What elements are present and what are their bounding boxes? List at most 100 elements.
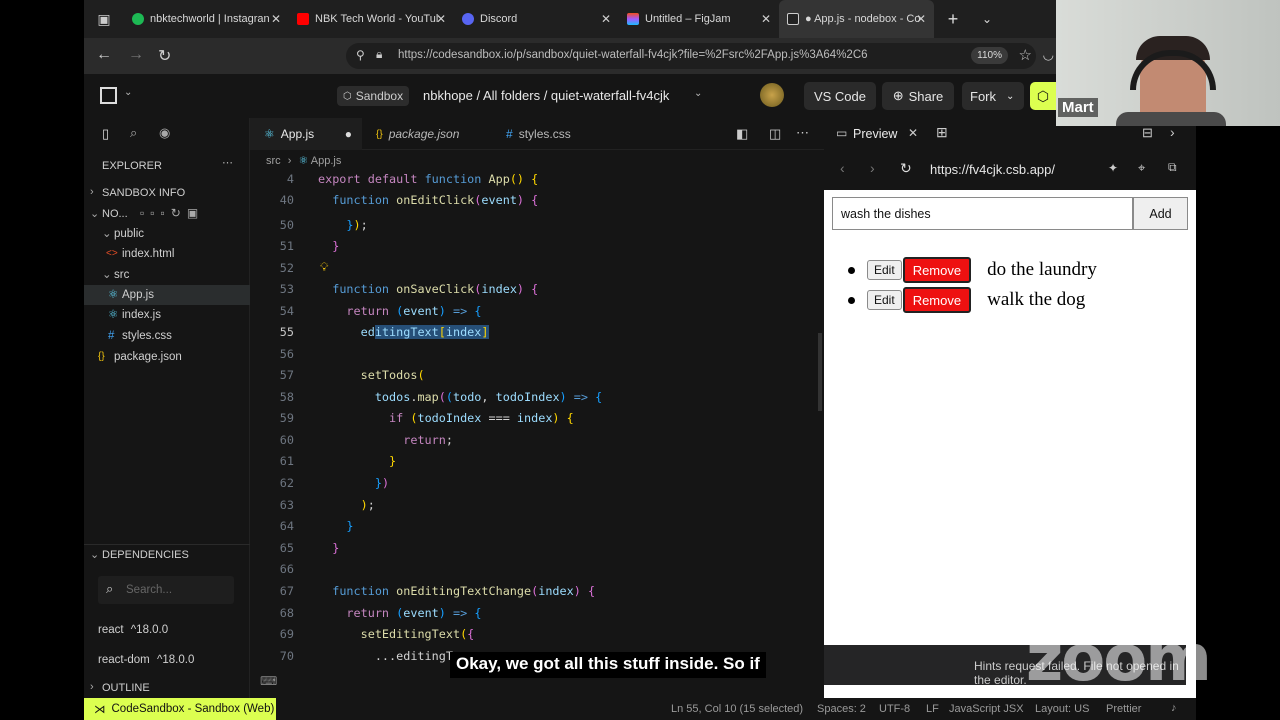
encoding[interactable]: UTF-8: [879, 703, 910, 715]
add-tab-icon[interactable]: ⊞: [936, 124, 948, 141]
codesandbox-status[interactable]: ⋊ CodeSandbox - Sandbox (Web): [84, 698, 276, 720]
sandbox-path[interactable]: nbkhope / All folders / quiet-waterfall-…: [423, 88, 669, 103]
code-line[interactable]: 62 }): [250, 476, 824, 497]
dependencies-section[interactable]: DEPENDENCIES: [102, 549, 189, 561]
file-actions-icon[interactable]: ▫▫▫↻▣: [140, 206, 204, 220]
url-bar[interactable]: ⚲ 🔒︎ https://codesandbox.io/p/sandbox/qu…: [346, 43, 1036, 69]
cursor-position[interactable]: Ln 55, Col 10 (15 selected): [671, 703, 803, 715]
sandbox-info-section[interactable]: SANDBOX INFO: [102, 187, 185, 199]
edit-button[interactable]: Edit: [867, 260, 902, 280]
code-line[interactable]: 52 💡︎: [250, 260, 824, 282]
dependency-item[interactable]: react-dom ^18.0.0: [98, 654, 194, 666]
code-line[interactable]: 61 }: [250, 454, 824, 475]
formatter-status[interactable]: Prettier: [1106, 703, 1141, 715]
close-icon[interactable]: ✕: [436, 12, 446, 26]
code-line[interactable]: 64 }: [250, 519, 824, 540]
chevron-right-icon[interactable]: ›: [90, 681, 94, 693]
reload-icon[interactable]: ↻: [900, 160, 912, 177]
dependency-item[interactable]: react ^18.0.0: [98, 624, 168, 636]
chevron-down-icon[interactable]: ⌄: [90, 207, 99, 220]
browser-tab-codesandbox[interactable]: ● App.js - nodebox - Co ✕: [779, 0, 934, 38]
tree-file-package-json[interactable]: {} package.json: [84, 347, 250, 367]
remove-button[interactable]: Remove: [902, 287, 972, 313]
share-button[interactable]: ⊕ Share: [882, 82, 954, 110]
code-line[interactable]: 50 });: [250, 218, 824, 239]
editor-tab-app-js[interactable]: ⚛ App.js ●: [250, 118, 362, 150]
code-line[interactable]: 69 setEditingText({: [250, 627, 824, 648]
indentation[interactable]: Spaces: 2: [817, 703, 866, 715]
vscode-button[interactable]: VS Code: [804, 82, 876, 110]
layout-icon[interactable]: ⊟: [1142, 125, 1153, 141]
code-line[interactable]: 54 return (event) => {: [250, 304, 824, 325]
file-icon[interactable]: ▯: [102, 126, 109, 142]
close-icon[interactable]: ✕: [271, 12, 281, 26]
browser-tab-discord[interactable]: Discord ✕: [454, 0, 619, 38]
crosshair-icon[interactable]: ⌖: [1138, 160, 1145, 176]
chevron-down-icon[interactable]: ⌄: [972, 12, 1002, 26]
more-icon[interactable]: ⋯: [796, 125, 809, 141]
new-tab-icon[interactable]: +: [934, 9, 972, 30]
code-line[interactable]: 60 return;: [250, 433, 824, 454]
tree-file-index-html[interactable]: <> index.html: [84, 244, 250, 264]
chevron-down-icon[interactable]: ⌄: [694, 88, 702, 99]
editor-tab-package-json[interactable]: {} package.json: [362, 118, 490, 150]
site-info-icon[interactable]: ⚲: [356, 48, 365, 62]
chevron-down-icon[interactable]: ⌄: [1006, 91, 1014, 102]
tree-file-index-js[interactable]: ⚛ index.js: [84, 305, 250, 325]
edit-button[interactable]: Edit: [867, 290, 902, 310]
line-ending[interactable]: LF: [926, 703, 939, 715]
language-mode[interactable]: JavaScript JSX: [949, 703, 1024, 715]
bell-icon[interactable]: ♪: [1171, 702, 1177, 714]
reload-icon[interactable]: ↻: [158, 46, 171, 66]
code-line[interactable]: 66: [250, 562, 824, 583]
star-icon[interactable]: ☆: [1019, 46, 1032, 64]
code-line[interactable]: 53 function onSaveClick(index) {: [250, 282, 824, 303]
tree-folder-public[interactable]: ⌄ public: [84, 224, 250, 244]
dependency-search[interactable]: ⌕ Search...: [98, 576, 234, 604]
preview-url[interactable]: https://fv4cjk.csb.app/: [930, 162, 1055, 177]
code-line-current[interactable]: 55 editingText[index]: [250, 325, 824, 346]
chevron-down-icon[interactable]: ⌄: [90, 548, 99, 561]
zoom-badge[interactable]: 110%: [971, 47, 1008, 64]
pocket-icon[interactable]: ◡: [1043, 47, 1054, 63]
code-line[interactable]: 51 }: [250, 239, 824, 260]
code-line[interactable]: 68 return (event) => {: [250, 606, 824, 627]
browser-tab-youtube[interactable]: NBK Tech World - YouTul ✕: [289, 0, 454, 38]
breadcrumb-file[interactable]: App.js: [311, 155, 342, 167]
close-icon[interactable]: ✕: [601, 12, 611, 26]
forward-icon[interactable]: ›: [870, 160, 875, 176]
tree-folder-src[interactable]: ⌄ src: [84, 265, 250, 285]
code-line[interactable]: 58 todos.map((todo, todoIndex) => {: [250, 390, 824, 411]
chevron-right-icon[interactable]: ›: [90, 186, 94, 198]
back-icon[interactable]: ←: [96, 46, 112, 64]
search-icon[interactable]: ⌕: [130, 125, 137, 141]
tree-file-app-js[interactable]: ⚛ App.js: [84, 285, 250, 305]
close-icon[interactable]: ✕: [916, 12, 926, 26]
editor-tab-styles-css[interactable]: # styles.css: [490, 118, 600, 150]
code-line[interactable]: 4 export default function App() {: [250, 172, 824, 193]
code-line[interactable]: 57 setTodos(: [250, 368, 824, 389]
unsaved-dot-icon[interactable]: ●: [345, 127, 352, 141]
close-icon[interactable]: ✕: [761, 12, 771, 26]
breadcrumb-folder[interactable]: src: [266, 155, 281, 167]
forward-icon[interactable]: →: [128, 46, 144, 64]
avatar[interactable]: [760, 83, 784, 107]
deploy-button[interactable]: ⬡: [1030, 82, 1056, 110]
chevron-right-icon[interactable]: ›: [1170, 124, 1175, 140]
back-icon[interactable]: ‹: [840, 160, 845, 176]
code-line[interactable]: 63 );: [250, 498, 824, 519]
code-line[interactable]: 40 function onEditClick(event) {: [250, 193, 824, 214]
code-line[interactable]: 59 if (todoIndex === index) {: [250, 411, 824, 432]
github-icon[interactable]: ◉: [159, 125, 170, 141]
tree-file-styles-css[interactable]: # styles.css: [84, 326, 250, 346]
add-button[interactable]: Add: [1133, 197, 1188, 230]
fork-button[interactable]: Fork ⌄: [962, 82, 1024, 110]
open-external-icon[interactable]: ⧉: [1168, 160, 1177, 175]
tab-overview-icon[interactable]: ▣: [84, 0, 124, 38]
browser-tab-figjam[interactable]: Untitled – FigJam ✕: [619, 0, 779, 38]
preview-tab-label[interactable]: Preview: [853, 127, 897, 141]
magic-icon[interactable]: ✦: [1108, 161, 1118, 175]
more-icon[interactable]: ⋯: [222, 156, 233, 169]
browser-tab-instagram[interactable]: nbktechworld | Instagran ✕: [124, 0, 289, 38]
outline-section[interactable]: OUTLINE: [102, 682, 150, 694]
